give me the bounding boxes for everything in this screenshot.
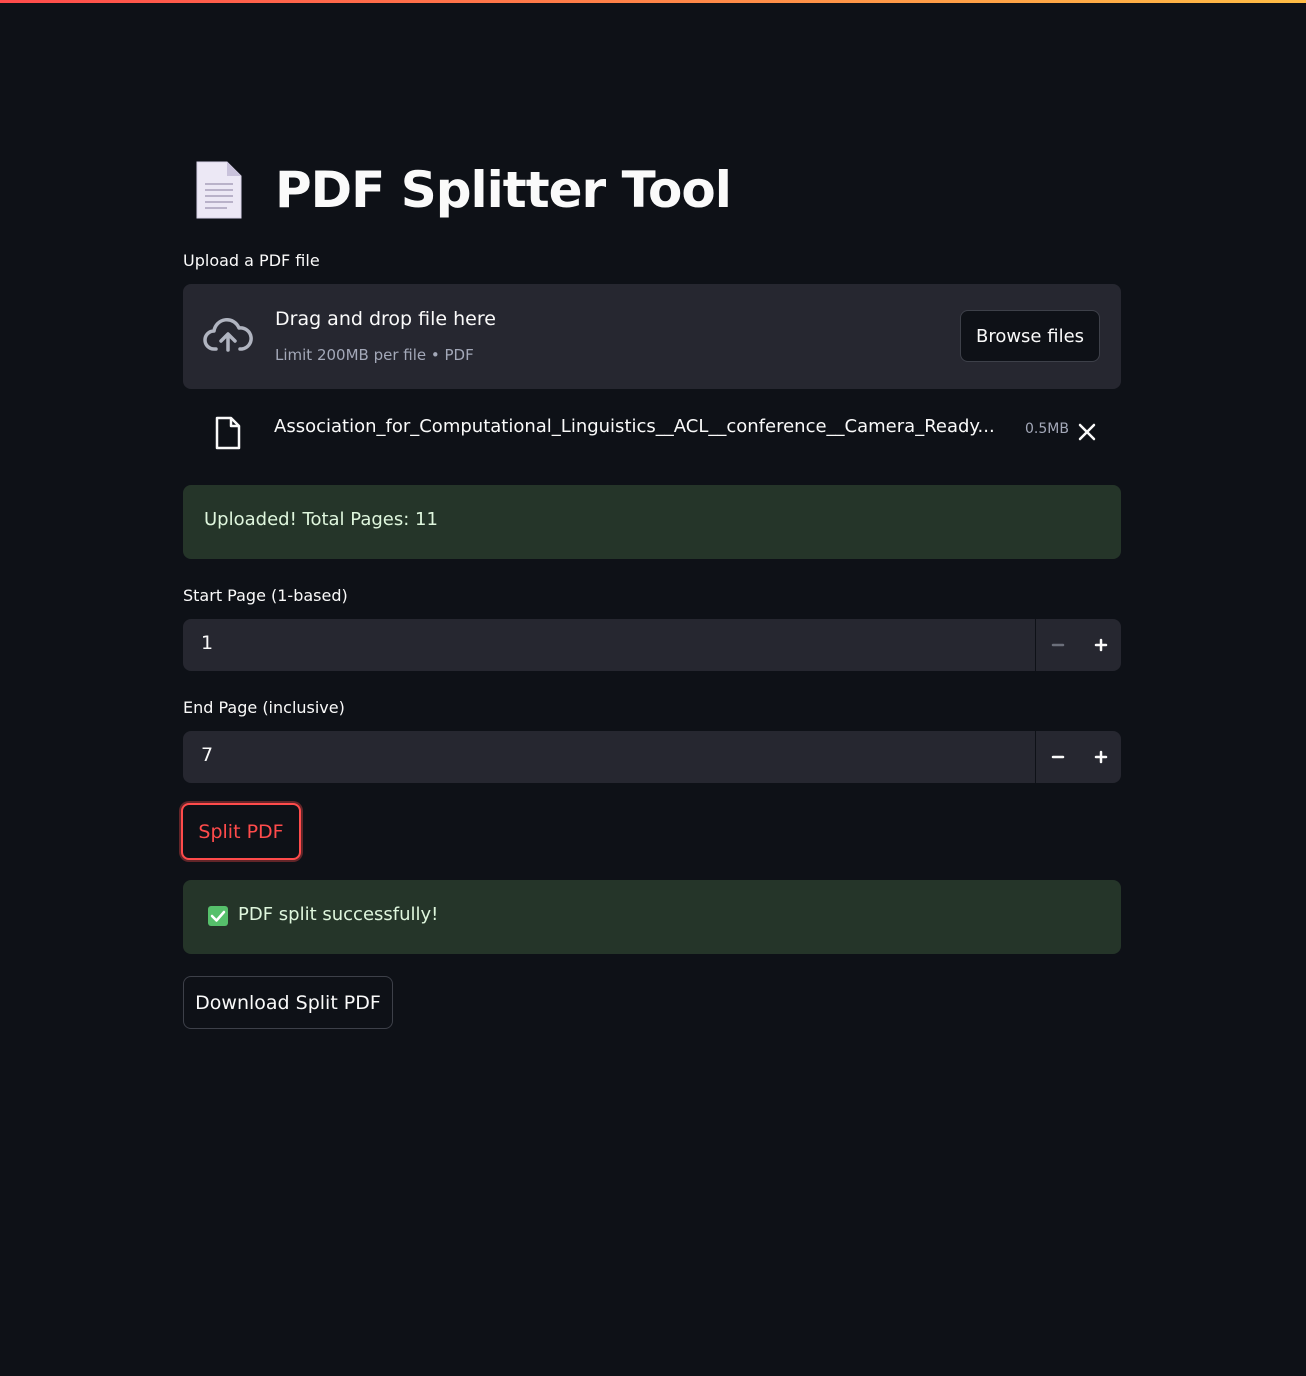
file-dropzone[interactable]: Drag and drop file here Limit 200MB per … [183,284,1121,389]
uploaded-file-item: Association_for_Computational_Linguistic… [183,412,1121,452]
page-title: PDF Splitter Tool [275,161,732,219]
split-status-text: PDF split successfully! [238,904,439,925]
uploader-label: Upload a PDF file [183,251,320,270]
upload-status-text: Uploaded! Total Pages: 11 [204,509,438,530]
plus-icon [1094,638,1107,652]
browse-files-button[interactable]: Browse files [960,310,1100,362]
uploaded-file-name: Association_for_Computational_Linguistic… [274,416,995,437]
cloud-upload-icon [203,316,253,360]
uploaded-file-size: 0.5MB [1025,421,1069,437]
minus-icon [1051,755,1064,759]
start-page-increment-button[interactable] [1079,619,1121,671]
start-page-value[interactable]: 1 [201,632,213,654]
page-header: PDF Splitter Tool [193,155,732,225]
start-page-input[interactable]: 1 [183,619,1121,671]
start-page-label: Start Page (1-based) [183,586,348,605]
download-split-pdf-button[interactable]: Download Split PDF [183,976,393,1029]
end-page-label: End Page (inclusive) [183,698,345,717]
plus-icon [1094,750,1107,764]
close-icon[interactable] [1076,421,1098,443]
end-page-increment-button[interactable] [1079,731,1121,783]
top-accent-bar [0,0,1306,3]
end-page-decrement-button[interactable] [1036,731,1079,783]
split-pdf-button[interactable]: Split PDF [181,803,301,860]
end-page-input[interactable]: 7 [183,731,1121,783]
check-mark-icon [208,906,228,926]
document-icon [193,160,243,220]
file-icon [215,416,241,454]
dropzone-limit-text: Limit 200MB per file • PDF [275,346,474,364]
dropzone-title: Drag and drop file here [275,308,496,330]
upload-success-alert: Uploaded! Total Pages: 11 [183,485,1121,559]
split-success-alert: PDF split successfully! [183,880,1121,954]
end-page-value[interactable]: 7 [201,744,213,766]
minus-icon [1051,643,1064,647]
start-page-decrement-button[interactable] [1036,619,1079,671]
